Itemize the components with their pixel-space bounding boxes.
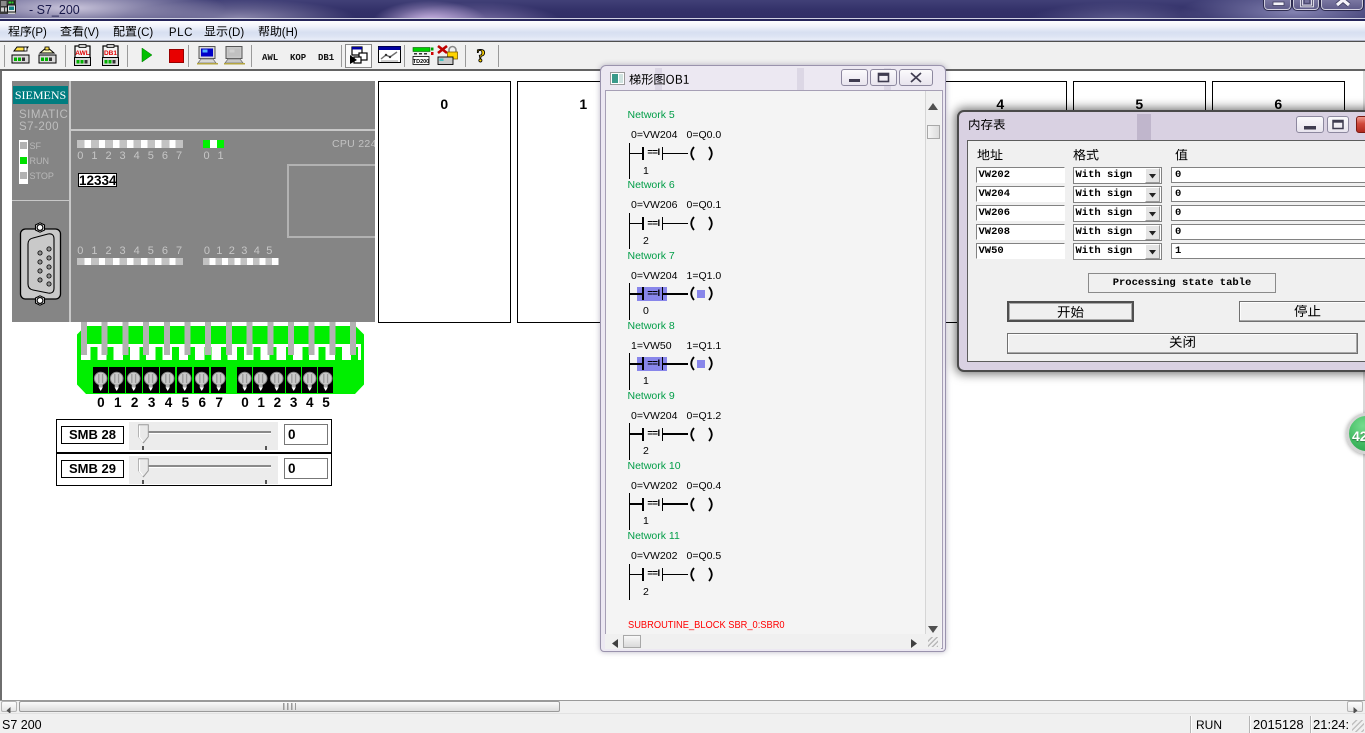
svg-text:AWL: AWL [75, 50, 89, 57]
svg-text:DB1: DB1 [104, 50, 117, 57]
svg-text:TD200: TD200 [413, 59, 430, 65]
svg-text:?: ? [476, 46, 486, 65]
